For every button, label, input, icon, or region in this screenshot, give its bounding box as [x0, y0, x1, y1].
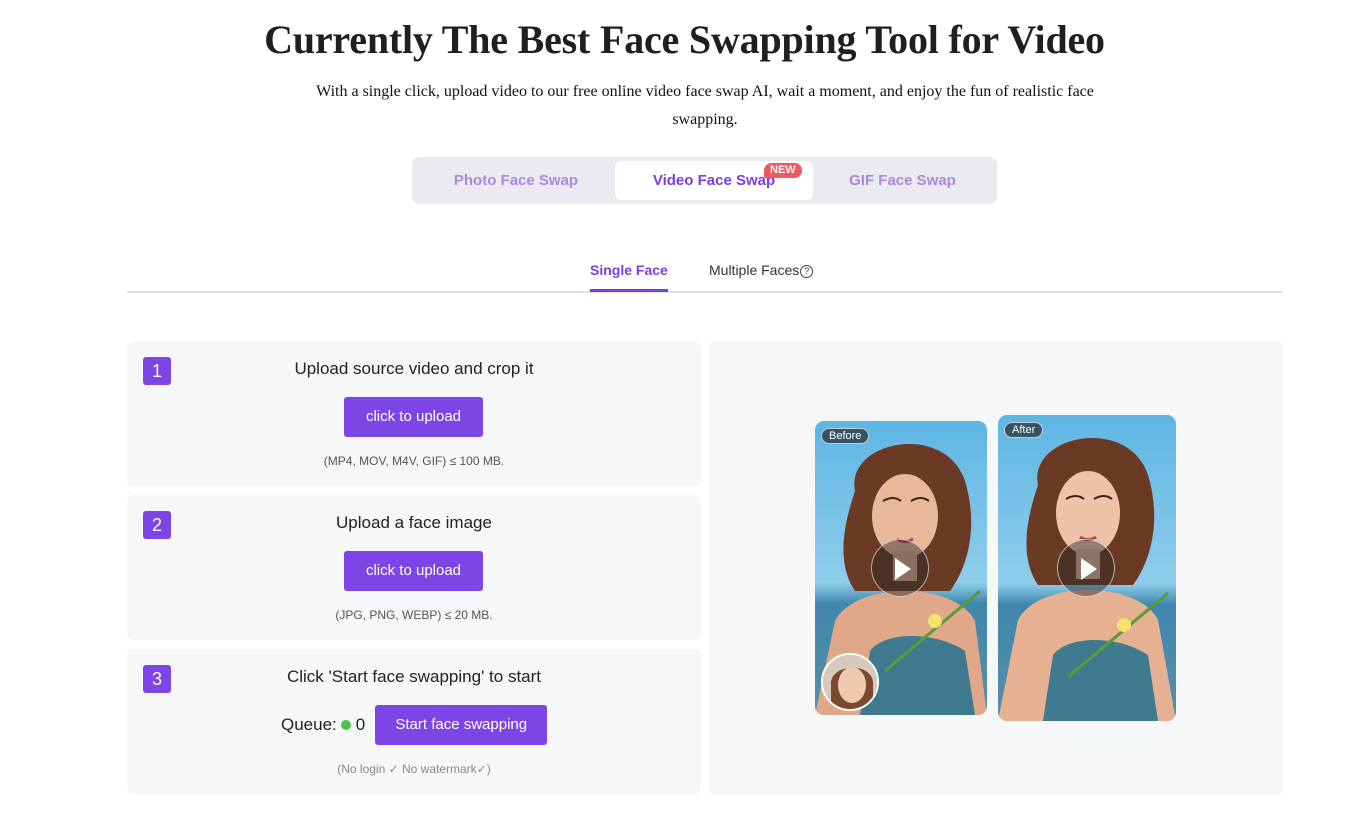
start-face-swapping-button[interactable]: Start face swapping [375, 705, 548, 745]
tab-single-face[interactable]: Single Face [590, 262, 668, 278]
play-icon [895, 558, 911, 580]
active-tab-underline [590, 289, 668, 292]
after-preview: After [998, 415, 1176, 721]
page-subtitle: With a single click, upload video to our… [316, 83, 1094, 128]
after-label: After [1004, 422, 1044, 438]
step-title: Upload a face image [336, 513, 492, 532]
queue-status-dot [340, 720, 351, 730]
step-start-swap: 3 Click 'Start face swapping' to start Q… [127, 649, 701, 794]
video-format-note: (MP4, MOV, M4V, GIF) ≤ 100 MB. [323, 454, 505, 468]
new-badge: NEW [764, 163, 802, 178]
tab-multiple-faces[interactable]: Multiple Faces? [709, 262, 814, 278]
step-title: Upload source video and crop it [294, 359, 534, 378]
upload-video-button[interactable]: click to upload [344, 397, 483, 437]
tab-photo-face-swap[interactable]: Photo Face Swap [416, 161, 616, 200]
step-upload-face: 2 Upload a face image click to upload (J… [127, 495, 701, 640]
image-format-note: (JPG, PNG, WEBP) ≤ 20 MB. [335, 608, 493, 622]
mode-switcher: Photo Face Swap Video Face Swap GIF Face… [412, 157, 997, 204]
play-button-after[interactable] [1057, 539, 1115, 597]
play-icon [1081, 558, 1097, 580]
play-button-before[interactable] [871, 539, 929, 597]
before-label: Before [821, 428, 870, 444]
tab-gif-face-swap[interactable]: GIF Face Swap [812, 161, 993, 200]
queue-row: Queue: 0 Start face swapping [281, 705, 548, 745]
source-face-thumbnail [821, 653, 879, 711]
step-upload-video: 1 Upload source video and crop it click … [127, 341, 701, 486]
step-title: Click 'Start face swapping' to start [286, 667, 542, 686]
upload-face-button[interactable]: click to upload [344, 551, 483, 591]
page-title: Currently The Best Face Swapping Tool fo… [264, 17, 1105, 62]
preview-panel: Before After [709, 341, 1283, 795]
no-login-note: (No login ✓ No watermark✓) [337, 762, 491, 776]
face-tabs-divider [127, 291, 1283, 293]
help-icon[interactable]: ? [800, 265, 814, 278]
before-preview: Before [815, 421, 987, 715]
queue-label: Queue: [281, 715, 337, 734]
queue-count: 0 [355, 715, 366, 734]
tab-multiple-faces-label: Multiple Faces [709, 262, 800, 278]
